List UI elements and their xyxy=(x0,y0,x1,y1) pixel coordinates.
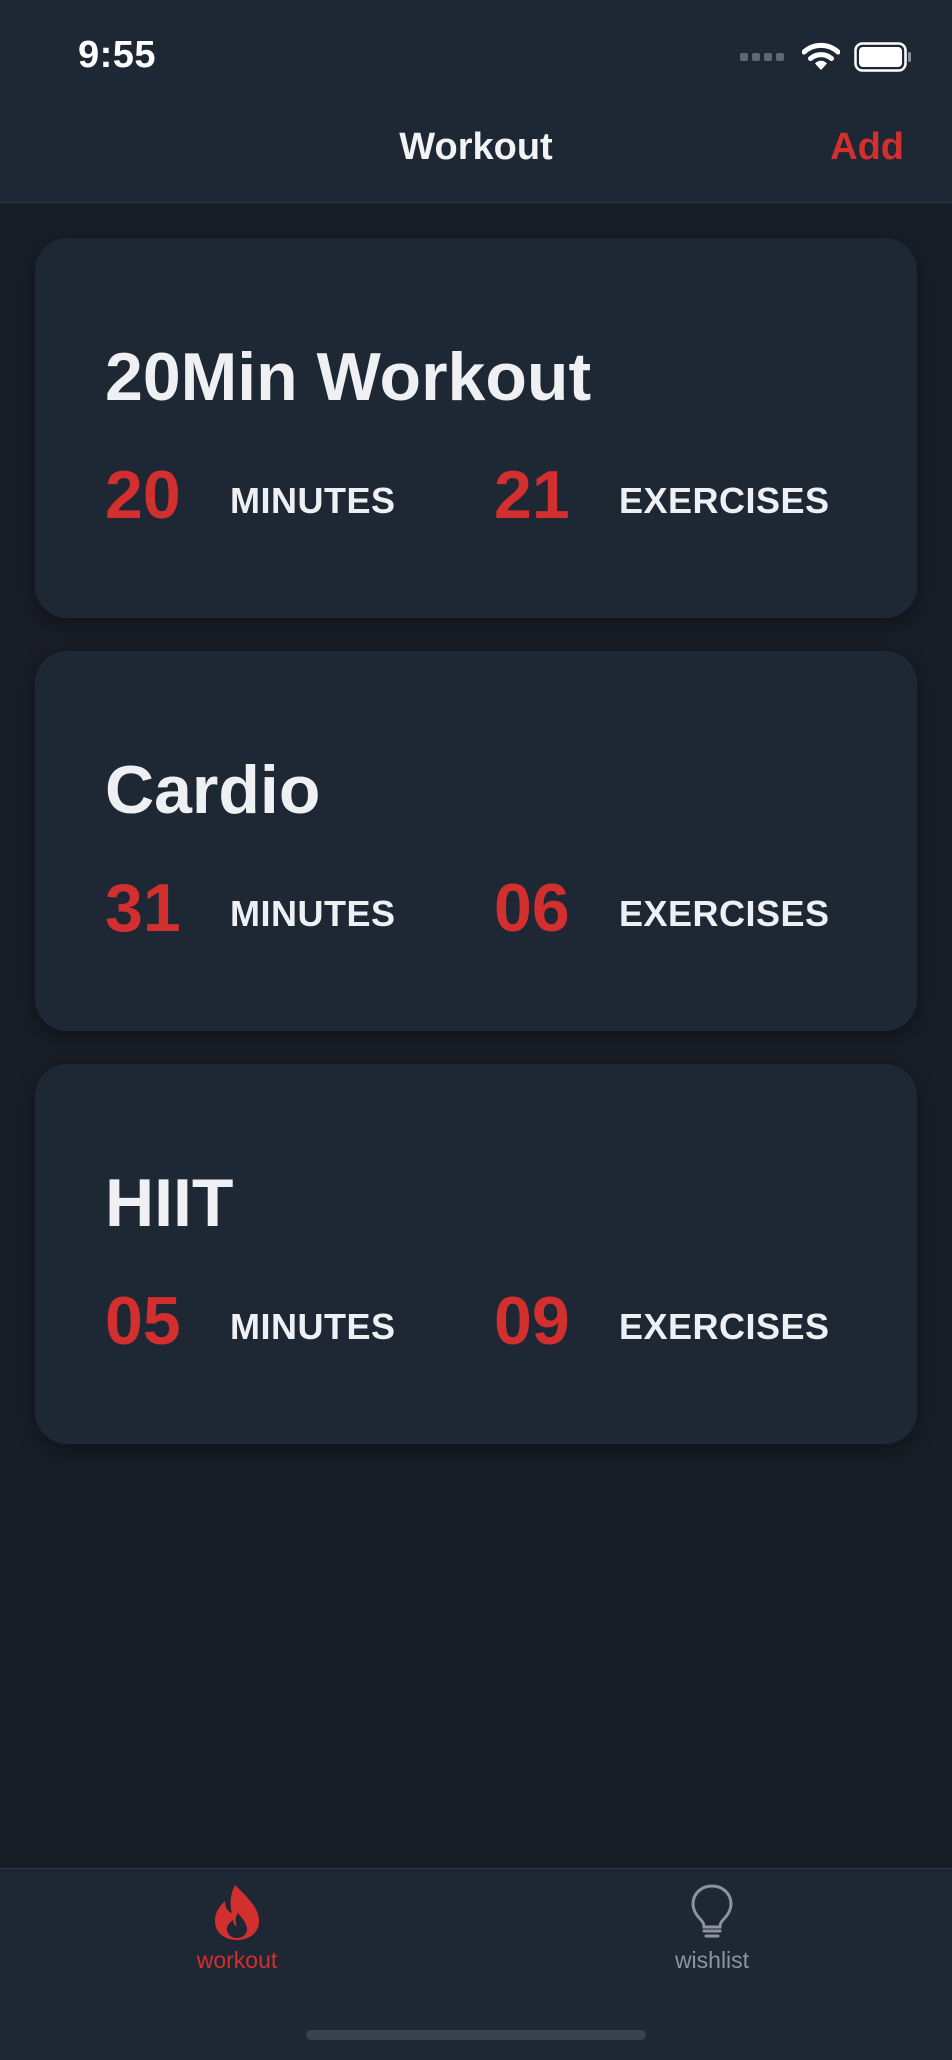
exercises-label: EXERCISES xyxy=(619,480,830,521)
tab-wishlist[interactable]: wishlist xyxy=(612,1883,812,1974)
home-indicator xyxy=(306,2030,646,2040)
minutes-label: MINUTES xyxy=(230,480,396,521)
minutes-label: MINUTES xyxy=(230,893,396,934)
battery-icon xyxy=(854,42,911,72)
workout-card[interactable]: HIIT 05 MINUTES 09 EXERCISES xyxy=(35,1064,917,1444)
workout-title: 20Min Workout xyxy=(105,339,592,415)
exercises-value: 09 xyxy=(494,1283,570,1359)
tab-label: wishlist xyxy=(674,1947,750,1973)
minutes-value: 20 xyxy=(105,457,181,533)
workout-card[interactable]: Cardio 31 MINUTES 06 EXERCISES xyxy=(35,651,917,1031)
flame-icon xyxy=(215,1885,259,1940)
page-title: Workout xyxy=(399,126,553,168)
cellular-signal-icon xyxy=(740,53,784,61)
wifi-icon xyxy=(802,42,840,70)
workout-title: Cardio xyxy=(105,752,321,828)
navigation-header: 9:55 Workout Add xyxy=(0,0,952,203)
minutes-label: MINUTES xyxy=(230,1306,396,1347)
status-time: 9:55 xyxy=(78,34,157,76)
add-button[interactable]: Add xyxy=(830,126,904,169)
exercises-label: EXERCISES xyxy=(619,1306,830,1347)
exercises-value: 21 xyxy=(494,457,570,533)
tab-workout[interactable]: workout xyxy=(137,1883,337,1974)
status-icons xyxy=(740,40,912,74)
exercises-label: EXERCISES xyxy=(619,893,830,934)
workout-title: HIIT xyxy=(105,1165,234,1241)
minutes-value: 31 xyxy=(105,870,181,946)
workout-card[interactable]: 20Min Workout 20 MINUTES 21 EXERCISES xyxy=(35,238,917,618)
exercises-value: 06 xyxy=(494,870,570,946)
lightbulb-icon xyxy=(691,1884,733,1938)
tab-label: workout xyxy=(196,1947,278,1973)
screen: 9:55 Workout Add 20Min Workout 20 MINUTE… xyxy=(0,0,952,2060)
minutes-value: 05 xyxy=(105,1283,181,1359)
